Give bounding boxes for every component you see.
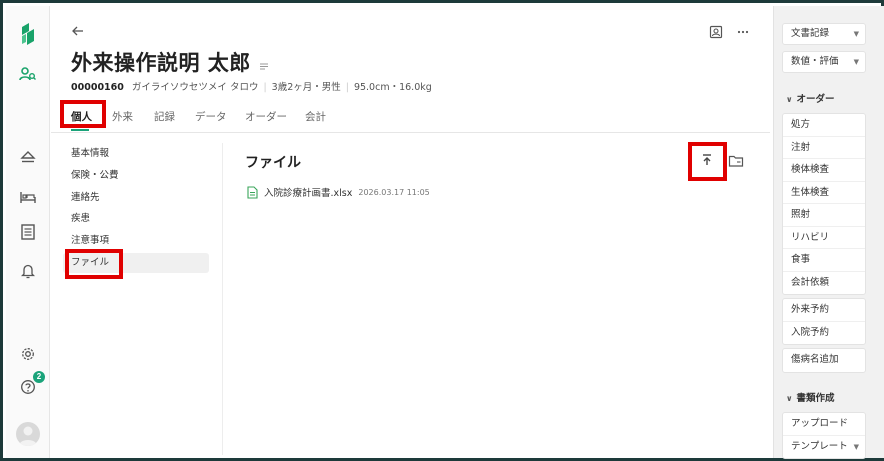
tab-data[interactable]: データ [195, 109, 227, 124]
document-record-button[interactable]: 文書記録 ▼ [782, 23, 866, 45]
notification-badge: 2 [33, 371, 45, 383]
content-title: ファイル [245, 155, 301, 171]
order-section-label: オーダー [796, 94, 835, 105]
order-injection[interactable]: 注射 [783, 137, 865, 159]
order-rehab[interactable]: リハビリ [783, 227, 865, 249]
docs-section-label: 書類作成 [796, 393, 835, 404]
right-panel: 文書記録 ▼ 数値・評価 ▼ ∨ オーダー 処方 注射 検体検査 生体検査 照射 リハ… [773, 6, 884, 459]
template-label: テンプレート [791, 440, 848, 452]
reservation-list: 外来予約 入院予約 [782, 298, 866, 345]
file-name[interactable]: 入院診療計画書.xlsx [264, 185, 352, 199]
caret-down-icon: ▼ [853, 442, 859, 451]
folder-button[interactable] [728, 153, 744, 167]
menu-item-basic-info[interactable]: 基本情報 [63, 144, 209, 164]
docs-section-header[interactable]: ∨ 書類作成 [786, 390, 835, 404]
order-meal[interactable]: 食事 [783, 249, 865, 272]
tab-records[interactable]: 記録 [154, 109, 175, 124]
values-eval-label: 数値・評価 [791, 56, 839, 67]
tab-orders[interactable]: オーダー [245, 109, 287, 124]
tab-divider [51, 132, 770, 133]
settings-gear-icon[interactable] [15, 342, 41, 366]
outpatient-reservation[interactable]: 外来予約 [783, 299, 865, 322]
file-row[interactable]: 入院診療計画書.xlsx 2026.03.17 11:05 [247, 185, 430, 199]
document-record-label: 文書記録 [791, 28, 830, 39]
tab-billing[interactable]: 会計 [305, 109, 326, 124]
chevron-down-icon: ∨ [786, 394, 793, 403]
add-disease-name[interactable]: 傷病名追加 [783, 349, 865, 372]
template-item[interactable]: テンプレート ▼ [783, 436, 865, 459]
order-list: 処方 注射 検体検査 生体検査 照射 リハビリ 食事 会計依頼 [782, 113, 866, 295]
tab-outpatient[interactable]: 外来 [112, 109, 133, 124]
caret-down-icon: ▼ [853, 30, 859, 38]
bed-icon[interactable] [15, 185, 41, 209]
file-date: 2026.03.17 11:05 [358, 187, 430, 197]
caret-down-icon: ▼ [853, 58, 859, 66]
order-section-header[interactable]: ∨ オーダー [786, 91, 835, 105]
menu-item-contacts[interactable]: 連絡先 [63, 188, 209, 208]
patient-info: 00000160 ガイライソウセツメイ タロウ | 3歳2ヶ月・男性 | 95.0cm・… [71, 82, 432, 93]
highlight-files-menu [65, 249, 123, 279]
patient-name: 外来操作説明 太郎 [71, 51, 251, 75]
app-window: 2 外来操作説明 太郎 00000160 ガイライソウセツメイ タロウ | 3歳2ヶ… [0, 0, 884, 461]
values-eval-button[interactable]: 数値・評価 ▼ [782, 51, 866, 73]
list-icon[interactable] [15, 220, 41, 244]
user-avatar[interactable] [16, 422, 40, 446]
active-tab-indicator [71, 129, 89, 131]
order-radiation[interactable]: 照射 [783, 204, 865, 227]
upload-doc-item[interactable]: アップロード [783, 413, 865, 436]
help-icon[interactable]: 2 [15, 371, 45, 399]
app-logo-icon[interactable] [15, 22, 41, 46]
menu-item-diseases[interactable]: 疾患 [63, 209, 209, 229]
docs-list: アップロード テンプレート ▼ [782, 412, 866, 459]
patient-search-icon[interactable] [15, 62, 41, 86]
highlight-personal-tab [60, 100, 106, 128]
highlight-upload-button [688, 142, 727, 181]
menu-item-notes[interactable]: 注意事項 [63, 231, 209, 251]
more-options-icon[interactable] [736, 24, 752, 40]
patient-body: 95.0cm・16.0kg [353, 82, 432, 93]
patient-id: 00000160 [71, 82, 124, 93]
bell-icon[interactable] [15, 259, 41, 283]
disease-list: 傷病名追加 [782, 348, 866, 373]
spreadsheet-file-icon [247, 185, 258, 199]
order-billing-request[interactable]: 会計依頼 [783, 272, 865, 295]
patient-age-sex: 3歳2ヶ月・男性 [271, 82, 341, 93]
inpatient-reservation[interactable]: 入院予約 [783, 322, 865, 345]
order-specimen-test[interactable]: 検体検査 [783, 159, 865, 182]
eject-icon[interactable] [15, 145, 41, 169]
column-divider [222, 143, 223, 455]
patient-kana: ガイライソウセツメイ タロウ [131, 82, 259, 93]
chevron-down-icon: ∨ [786, 95, 793, 104]
patient-menu-icon[interactable] [259, 56, 269, 70]
order-physiological-test[interactable]: 生体検査 [783, 182, 865, 204]
menu-item-insurance[interactable]: 保険・公費 [63, 166, 209, 186]
left-rail: 2 [6, 6, 50, 458]
back-arrow-icon[interactable] [71, 23, 85, 37]
order-prescription[interactable]: 処方 [783, 114, 865, 137]
contact-card-icon[interactable] [709, 24, 725, 40]
